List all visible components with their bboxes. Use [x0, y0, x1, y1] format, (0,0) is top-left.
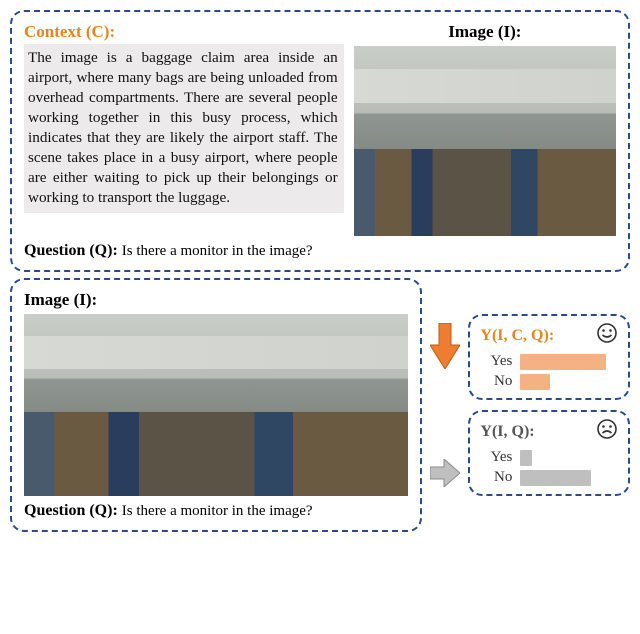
arrow-right-gray-icon — [430, 459, 460, 487]
question-row-top: Question (Q): Is there a monitor in the … — [24, 242, 616, 260]
question-label-bottom: Question (Q): — [24, 502, 118, 519]
image-label-top: Image (I): — [354, 22, 616, 42]
image-thumbnail-bottom — [24, 314, 408, 496]
question-text-top: Is there a monitor in the image? — [122, 243, 313, 259]
context-text: The image is a baggage claim area inside… — [24, 44, 344, 213]
result-header-with-context: Y(I, C, Q): — [480, 327, 554, 345]
bar-row: No — [480, 469, 618, 486]
question-row-bottom: Question (Q): Is there a monitor in the … — [24, 502, 408, 520]
bar-no-nocontext — [520, 470, 590, 486]
bar-label-yes: Yes — [480, 353, 512, 370]
question-label-top: Question (Q): — [24, 242, 118, 259]
bar-label-no: No — [480, 469, 512, 486]
bar-no-context — [520, 374, 549, 390]
bar-yes-nocontext — [520, 450, 532, 466]
arrow-down-orange-icon — [430, 323, 460, 369]
bar-label-no: No — [480, 373, 512, 390]
happy-face-icon — [596, 322, 618, 350]
sad-face-icon — [596, 418, 618, 446]
question-text-bottom: Is there a monitor in the image? — [122, 503, 313, 519]
bar-row: Yes — [480, 353, 618, 370]
panel-without-context: Image (I): Question (Q): Is there a moni… — [10, 278, 422, 532]
image-label-bottom: Image (I): — [24, 290, 408, 310]
result-panel-with-context: Y(I, C, Q): Yes No — [468, 314, 630, 400]
bar-row: Yes — [480, 449, 618, 466]
image-thumbnail-top — [354, 46, 616, 236]
result-panel-without-context: Y(I, Q): Yes No — [468, 410, 630, 496]
bar-label-yes: Yes — [480, 449, 512, 466]
result-header-without-context: Y(I, Q): — [480, 423, 534, 441]
panel-with-context: Context (C): The image is a baggage clai… — [10, 10, 630, 272]
context-label: Context (C): — [24, 22, 115, 41]
bar-row: No — [480, 373, 618, 390]
arrows-column — [430, 278, 460, 532]
bar-yes-context — [520, 354, 606, 370]
